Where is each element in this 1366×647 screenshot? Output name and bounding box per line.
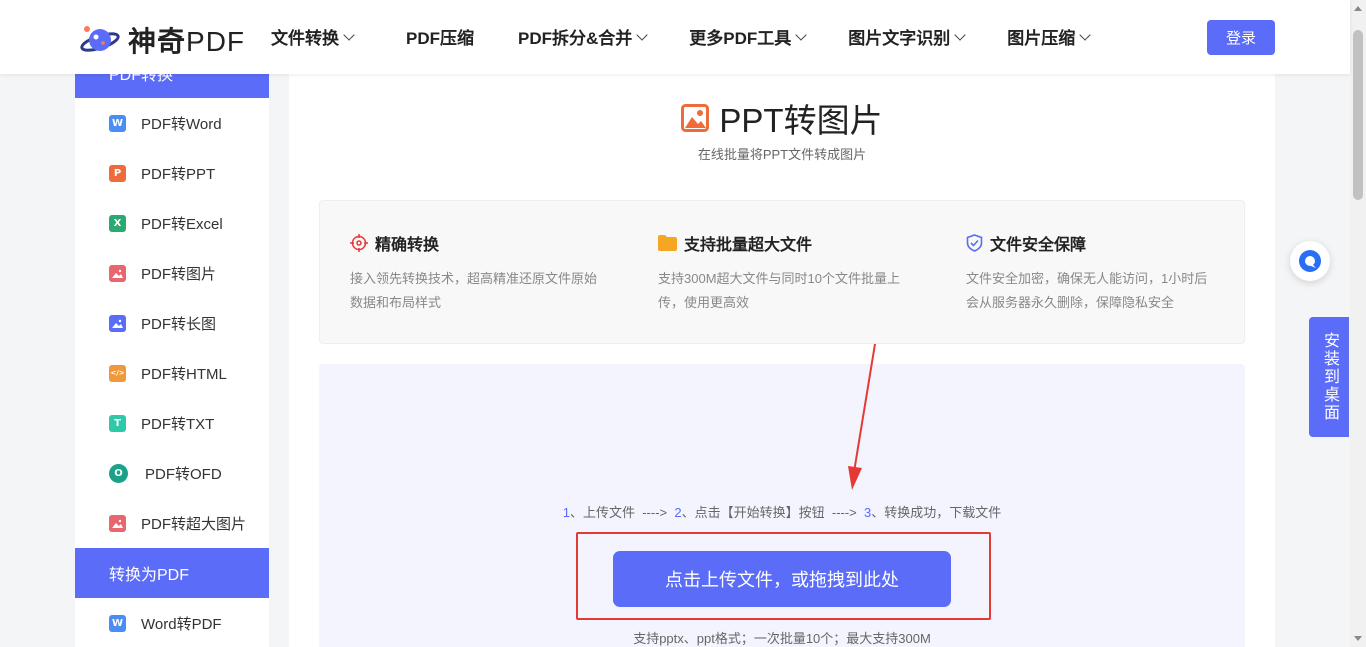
sidebar-item-pdf-to-image[interactable]: PDF转图片 (75, 248, 269, 298)
feature-desc: 接入领先转换技术，超高精准还原文件原始数据和布局样式 (350, 271, 598, 310)
sidebar-section-to-pdf: 转换为PDF (75, 548, 269, 598)
sidebar-item-pdf-to-txt[interactable]: T PDF转TXT (75, 398, 269, 448)
image-icon (109, 314, 126, 332)
brand-name: 神奇PDF (128, 26, 246, 57)
feature-desc: 文件安全加密，确保无人能访问，1小时后会从服务器永久删除，保障隐私安全 (966, 271, 1208, 310)
excel-icon: X (109, 214, 126, 232)
sidebar-item-label: Word转PDF (141, 615, 222, 633)
site-logo[interactable]: 神奇PDF (80, 20, 245, 60)
steps-guide: 1、上传文件 ----> 2、点击【开始转换】按钮 ----> 3、转换成功，下… (562, 505, 1002, 520)
sidebar-item-pdf-to-ppt[interactable]: P PDF转PPT (75, 148, 269, 198)
chat-support-button[interactable] (1290, 241, 1330, 281)
scroll-up-arrow-icon[interactable] (1354, 6, 1362, 11)
chevron-down-icon (343, 28, 355, 41)
chat-bubble-icon (1299, 250, 1321, 272)
sidebar-item-pdf-to-ofd[interactable]: O PDF转OFD (75, 448, 269, 498)
upload-drop-zone[interactable]: 1、上传文件 ----> 2、点击【开始转换】按钮 ----> 3、转换成功，下… (319, 364, 1245, 647)
word-icon: W (109, 614, 126, 632)
main-nav: 文件转换 PDF压缩 PDF拆分&合并 更多PDF工具 图片文字识别 图片压缩 (271, 24, 1091, 49)
feature-accurate: 精确转换 接入领先转换技术，超高精准还原文件原始数据和布局样式 (350, 231, 600, 315)
install-to-desktop-button[interactable]: 安装到桌面 (1309, 317, 1349, 437)
image-icon (109, 514, 126, 532)
sidebar-item-label: PDF转图片 (141, 265, 217, 283)
main-content: PPT转图片 在线批量将PPT文件转成图片 精确转换 接入领先转换技术，超高精准… (289, 74, 1275, 647)
sidebar-item-pdf-to-word[interactable]: W PDF转Word (75, 98, 269, 148)
sidebar-item-label: PDF转Word (141, 115, 222, 133)
feature-title: 文件安全保障 (990, 237, 1087, 254)
sidebar-item-label: PDF转Excel (141, 215, 223, 233)
html-code-icon: </> (109, 364, 126, 382)
nav-pdf-compress[interactable]: PDF压缩 (406, 24, 474, 49)
sidebar-item-label: PDF转OFD (145, 465, 222, 483)
feature-desc: 支持300M超大文件与同时10个文件批量上传，使用更高效 (658, 271, 900, 310)
login-button[interactable]: 登录 (1207, 20, 1275, 55)
chevron-down-icon (1079, 28, 1091, 41)
sidebar-item-label: PDF转PPT (141, 165, 216, 183)
folder-icon (658, 235, 677, 251)
page-title-row: PPT转图片 (289, 94, 1275, 142)
planet-logo-icon (80, 26, 120, 52)
feature-title: 支持批量超大文件 (684, 237, 813, 254)
chevron-down-icon (795, 28, 807, 41)
nav-more-pdf-tools[interactable]: 更多PDF工具 (689, 24, 807, 49)
sidebar-item-label: PDF转长图 (141, 315, 217, 333)
sidebar: PDF转换 W PDF转Word P PDF转PPT X PDF转Excel P… (75, 74, 269, 647)
supported-formats: 支持pptx、ppt格式；一次批量10个；最大支持300M (633, 631, 931, 646)
chevron-down-icon (636, 28, 648, 41)
ofd-icon: O (109, 463, 128, 483)
feature-panel: 精确转换 接入领先转换技术，超高精准还原文件原始数据和布局样式 支持批量超大文件… (319, 200, 1245, 344)
feature-security: 文件安全保障 文件安全加密，确保无人能访问，1小时后会从服务器永久删除，保障隐私… (966, 231, 1216, 315)
txt-icon: T (109, 414, 126, 432)
top-header: 神奇PDF 文件转换 PDF压缩 PDF拆分&合并 更多PDF工具 图片文字识别… (0, 0, 1350, 74)
nav-file-convert[interactable]: 文件转换 (271, 24, 355, 49)
sidebar-item-label: PDF转超大图片 (141, 515, 247, 533)
upload-file-button[interactable]: 点击上传文件，或拖拽到此处 (613, 551, 951, 607)
nav-image-ocr[interactable]: 图片文字识别 (848, 24, 966, 49)
image-icon (109, 264, 126, 282)
sidebar-item-pdf-to-excel[interactable]: X PDF转Excel (75, 198, 269, 248)
page-subtitle: 在线批量将PPT文件转成图片 (697, 147, 867, 162)
page-scrollbar[interactable] (1350, 0, 1366, 647)
ppt-icon: P (109, 164, 126, 182)
chevron-down-icon (954, 28, 966, 41)
sidebar-item-word-to-pdf[interactable]: W Word转PDF (75, 598, 269, 647)
target-icon (350, 234, 368, 252)
word-icon: W (109, 114, 126, 132)
sidebar-section-pdf-convert: PDF转换 (75, 74, 269, 98)
annotation-arrow (848, 343, 876, 490)
sidebar-item-label: PDF转TXT (141, 415, 215, 433)
scrollbar-thumb[interactable] (1353, 30, 1363, 200)
sidebar-item-label: PDF转HTML (141, 365, 227, 383)
nav-image-compress[interactable]: 图片压缩 (1007, 24, 1091, 49)
feature-title: 精确转换 (375, 237, 440, 254)
feature-batch-large: 支持批量超大文件 支持300M超大文件与同时10个文件批量上传，使用更高效 (658, 231, 908, 315)
image-icon (681, 104, 710, 132)
sidebar-item-pdf-to-large-image[interactable]: PDF转超大图片 (75, 498, 269, 548)
page-title: PPT转图片 (719, 102, 883, 139)
shield-icon (966, 234, 983, 252)
nav-pdf-split-merge[interactable]: PDF拆分&合并 (518, 24, 648, 49)
scroll-down-arrow-icon[interactable] (1354, 636, 1362, 641)
sidebar-item-pdf-to-long-image[interactable]: PDF转长图 (75, 298, 269, 348)
sidebar-item-pdf-to-html[interactable]: </> PDF转HTML (75, 348, 269, 398)
